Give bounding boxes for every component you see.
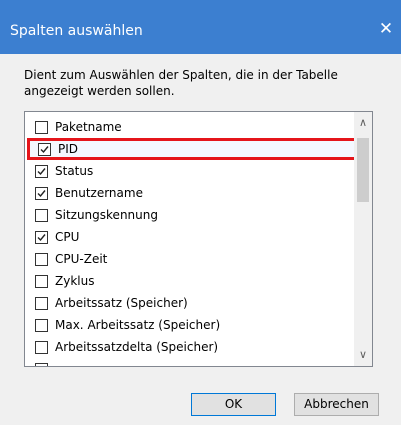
checkbox-unchecked[interactable] — [35, 340, 48, 354]
column-option[interactable]: PID — [27, 138, 369, 160]
checkbox-checked[interactable] — [35, 164, 48, 178]
checkbox-unchecked[interactable] — [35, 318, 48, 332]
column-option-label: CPU-Zeit — [55, 252, 108, 266]
column-option-label: Sitzungskennung — [55, 208, 158, 222]
column-option[interactable]: Sitzungskennung — [25, 204, 371, 226]
checkbox-checked[interactable] — [38, 142, 51, 156]
checkbox-unchecked[interactable] — [35, 274, 48, 288]
column-list: Paketname PID Status Benutzername Sitzungske… — [25, 116, 371, 366]
column-option[interactable]: Arbeitssatz (Speicher) — [25, 292, 371, 314]
column-option[interactable]: Arbeitssatzdelta (Speicher) — [25, 336, 371, 358]
column-option[interactable]: Paketname — [25, 116, 371, 138]
column-option-label: Max. Arbeitssatz (Speicher) — [55, 318, 221, 332]
column-option-label: CPU — [55, 230, 80, 244]
cancel-button[interactable]: Abbrechen — [294, 393, 379, 416]
checkmark-icon — [37, 189, 46, 197]
column-listbox[interactable]: Paketname PID Status Benutzername Sitzungske… — [24, 111, 373, 367]
column-option[interactable]: Benutzername — [25, 182, 371, 204]
column-option[interactable] — [25, 358, 371, 366]
ok-button[interactable]: OK — [191, 393, 276, 416]
checkbox-unchecked[interactable] — [35, 208, 48, 222]
checkmark-icon — [37, 167, 46, 175]
checkbox-checked[interactable] — [35, 230, 48, 244]
dialog-description: Dient zum Auswählen der Spalten, die in … — [24, 68, 338, 98]
checkbox-checked[interactable] — [35, 186, 48, 200]
title-bar: Spalten auswählen ✕ — [0, 0, 401, 54]
vertical-scrollbar[interactable]: ∧ ∨ — [354, 112, 372, 366]
checkbox-unchecked[interactable] — [35, 296, 48, 310]
checkbox-unchecked[interactable] — [35, 120, 48, 134]
column-option[interactable]: CPU — [25, 226, 371, 248]
column-option-label: Paketname — [55, 120, 122, 134]
column-option-label: PID — [58, 142, 79, 156]
column-option-label: Zyklus — [55, 274, 95, 288]
column-option[interactable]: Status — [25, 160, 371, 182]
scrollbar-thumb[interactable] — [357, 138, 369, 202]
column-option-label: Arbeitssatzdelta (Speicher) — [55, 340, 219, 354]
dialog-title: Spalten auswählen — [10, 23, 143, 39]
checkmark-icon — [37, 233, 46, 241]
column-option-label: Benutzername — [55, 186, 143, 200]
column-option[interactable]: Max. Arbeitssatz (Speicher) — [25, 314, 371, 336]
column-option-label: Arbeitssatz (Speicher) — [55, 296, 188, 310]
scroll-up-button[interactable]: ∧ — [354, 114, 372, 132]
column-option-label: Status — [55, 164, 94, 178]
column-option[interactable]: CPU-Zeit — [25, 248, 371, 270]
checkbox-unchecked[interactable] — [35, 252, 48, 266]
scroll-down-button[interactable]: ∨ — [354, 346, 372, 364]
checkmark-icon — [40, 145, 49, 153]
checkbox-unchecked[interactable] — [35, 362, 48, 366]
close-button[interactable]: ✕ — [371, 14, 401, 44]
column-option[interactable]: Zyklus — [25, 270, 371, 292]
